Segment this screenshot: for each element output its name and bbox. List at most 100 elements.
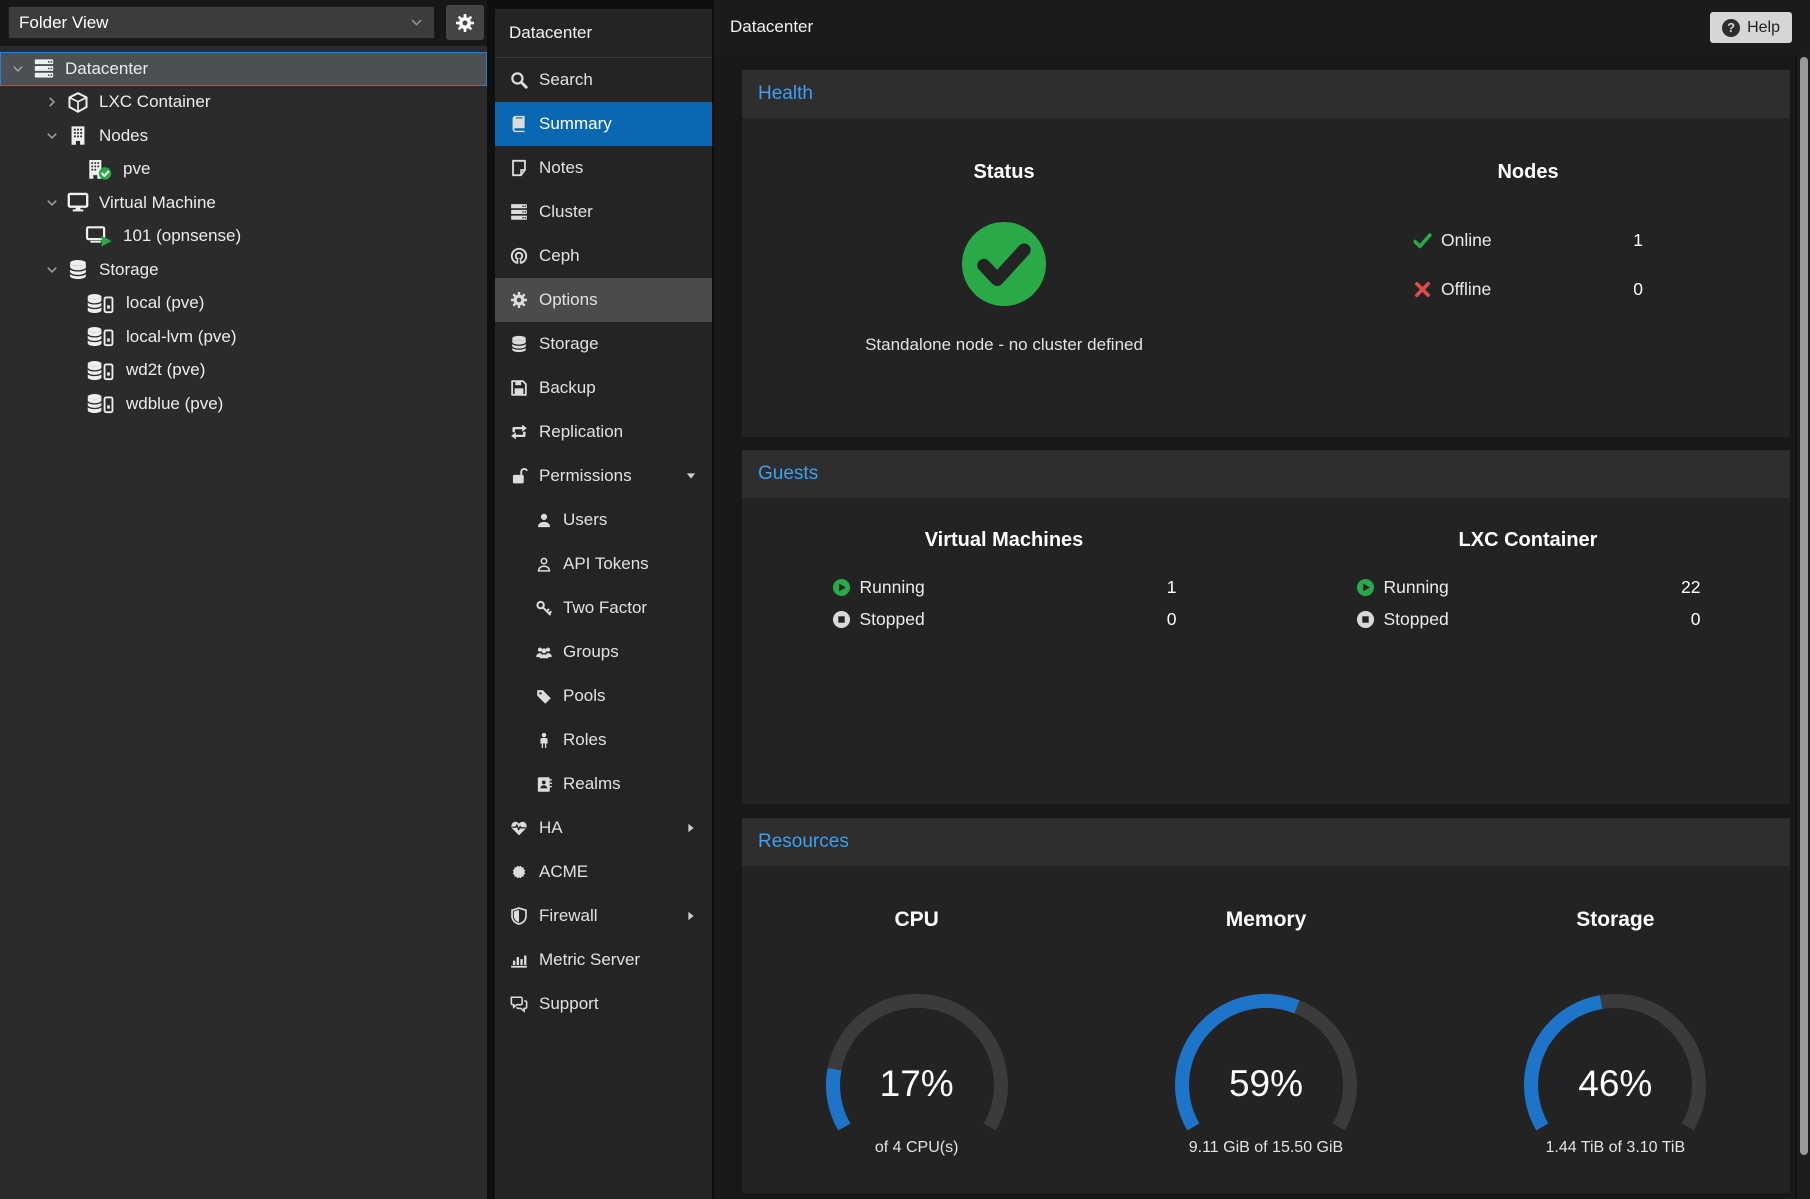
vm-status-list: Running 1 Stopped 0	[832, 571, 1177, 635]
server-icon	[32, 58, 56, 79]
menu-header: Datacenter	[495, 9, 712, 58]
chevron-down-icon[interactable]	[44, 263, 60, 277]
menu-item-cluster[interactable]: Cluster	[495, 190, 712, 234]
menu-item-notes[interactable]: Notes	[495, 146, 712, 190]
storage-gauge-heading: Storage	[1576, 908, 1654, 932]
help-button[interactable]: ? Help	[1710, 12, 1792, 43]
guests-panel-header: Guests	[742, 450, 1790, 498]
tree-item-wdblue-pve[interactable]: wdblue (pve)	[0, 387, 487, 421]
address-book-icon	[535, 776, 553, 793]
menu-item-support[interactable]: Support	[495, 982, 712, 1026]
tree-item-nodes[interactable]: Nodes	[0, 119, 487, 153]
vm-running-row: Running 1	[832, 571, 1177, 603]
monitor-icon	[66, 192, 90, 213]
health-panel-body: Status Standalone node - no cluster defi…	[742, 118, 1790, 437]
tree-item-101-opnsense[interactable]: 101 (opnsense)	[0, 220, 487, 254]
menu-item-permissions[interactable]: Permissions	[495, 454, 712, 498]
nodes-heading: Nodes	[1497, 160, 1558, 184]
menu-item-realms[interactable]: Realms	[495, 762, 712, 806]
menu-item-api-tokens[interactable]: API Tokens	[495, 542, 712, 586]
menu-item-ceph[interactable]: Ceph	[495, 234, 712, 278]
note-icon	[509, 159, 529, 177]
main-content: Datacenter ? Help Health Status Standalo…	[712, 0, 1810, 1199]
menu-item-label: Backup	[539, 378, 596, 398]
arrow-right-icon[interactable]	[685, 910, 697, 922]
menu-item-firewall[interactable]: Firewall	[495, 894, 712, 938]
menu-item-label: Support	[539, 994, 599, 1014]
shield-icon	[509, 907, 529, 925]
menu-item-label: Notes	[539, 158, 583, 178]
cpu-subtitle: of 4 CPU(s)	[742, 1139, 1092, 1157]
tree-item-label: Datacenter	[65, 59, 148, 79]
vm-stopped-row: Stopped 0	[832, 603, 1177, 635]
lxc-running-count: 22	[1681, 577, 1700, 598]
status-heading: Status	[973, 160, 1034, 184]
tree-item-label: wdblue (pve)	[126, 394, 223, 414]
lxc-stopped-label: Stopped	[1384, 609, 1449, 630]
scrollbar-thumb[interactable]	[1800, 57, 1808, 1155]
tree-item-virtual-machine[interactable]: Virtual Machine	[0, 186, 487, 220]
key-icon	[535, 600, 553, 617]
menu-item-label: Realms	[563, 774, 621, 794]
running-icon	[832, 578, 851, 597]
tree-item-pve[interactable]: pve	[0, 153, 487, 187]
cluster-status-column: Status Standalone node - no cluster defi…	[742, 118, 1266, 437]
menu-item-groups[interactable]: Groups	[495, 630, 712, 674]
memory-percent: 59%	[1151, 1063, 1381, 1105]
menu-item-label: Roles	[563, 730, 606, 750]
chevron-down-icon[interactable]	[44, 196, 60, 210]
tree-item-label: Virtual Machine	[99, 193, 216, 213]
online-label: Online	[1441, 230, 1492, 251]
tree-item-local-pve[interactable]: local (pve)	[0, 287, 487, 321]
chevron-down-icon[interactable]	[10, 62, 26, 76]
resources-panel-body: CPU 17% of 4 CPU(s) Memory	[742, 866, 1790, 1193]
tree-item-local-lvm-pve[interactable]: local-lvm (pve)	[0, 320, 487, 354]
menu-item-label: Metric Server	[539, 950, 640, 970]
resource-tree-panel: Folder View Datacenter LXC Container Nodes…	[0, 0, 487, 1199]
vertical-scrollbar[interactable]	[1796, 55, 1810, 1199]
menu-item-summary[interactable]: Summary	[495, 102, 712, 146]
tree-item-label: local-lvm (pve)	[126, 327, 237, 347]
menu-item-roles[interactable]: Roles	[495, 718, 712, 762]
user-icon	[535, 512, 553, 529]
arrow-down-icon[interactable]	[685, 470, 697, 482]
chevron-right-icon[interactable]	[44, 95, 60, 109]
page-title: Datacenter	[730, 17, 813, 37]
lxc-running-label: Running	[1384, 577, 1449, 598]
vm-running-count: 1	[1167, 577, 1177, 598]
storage-drive-icon	[84, 360, 117, 381]
view-mode-select[interactable]: Folder View	[8, 6, 435, 39]
menu-item-two-factor[interactable]: Two Factor	[495, 586, 712, 630]
menu-item-metric-server[interactable]: Metric Server	[495, 938, 712, 982]
menu-item-acme[interactable]: ACME	[495, 850, 712, 894]
memory-gauge: 59% 9.11 GiB of 15.50 GiB	[1151, 993, 1381, 1163]
menu-item-ha[interactable]: HA	[495, 806, 712, 850]
tree-item-wd2t-pve[interactable]: wd2t (pve)	[0, 354, 487, 388]
tree-item-lxc-container[interactable]: LXC Container	[0, 86, 487, 120]
cube-icon	[66, 92, 90, 113]
vm-stopped-label: Stopped	[860, 609, 925, 630]
arrow-right-icon[interactable]	[685, 822, 697, 834]
menu-item-backup[interactable]: Backup	[495, 366, 712, 410]
tree-settings-button[interactable]	[446, 5, 484, 40]
person-icon	[535, 732, 553, 749]
menu-item-options[interactable]: Options	[495, 278, 712, 322]
tree-item-storage[interactable]: Storage	[0, 253, 487, 287]
menu-item-replication[interactable]: Replication	[495, 410, 712, 454]
tree-item-datacenter[interactable]: Datacenter	[0, 52, 487, 86]
storage-drive-icon	[84, 326, 117, 347]
tree-item-label: pve	[123, 159, 150, 179]
lxc-container-heading: LXC Container	[1459, 528, 1598, 552]
menu-item-users[interactable]: Users	[495, 498, 712, 542]
menu-item-pools[interactable]: Pools	[495, 674, 712, 718]
replication-icon	[509, 423, 529, 441]
cluster-status-message: Standalone node - no cluster defined	[865, 335, 1143, 355]
tree-item-label: Nodes	[99, 126, 148, 146]
menu-item-search[interactable]: Search	[495, 58, 712, 102]
menu-item-storage[interactable]: Storage	[495, 322, 712, 366]
lxc-running-row: Running 22	[1356, 571, 1701, 603]
resources-panel-header: Resources	[742, 818, 1790, 866]
menu-item-label: Search	[539, 70, 593, 90]
chevron-down-icon[interactable]	[44, 129, 60, 143]
storage-percent: 46%	[1500, 1063, 1730, 1105]
